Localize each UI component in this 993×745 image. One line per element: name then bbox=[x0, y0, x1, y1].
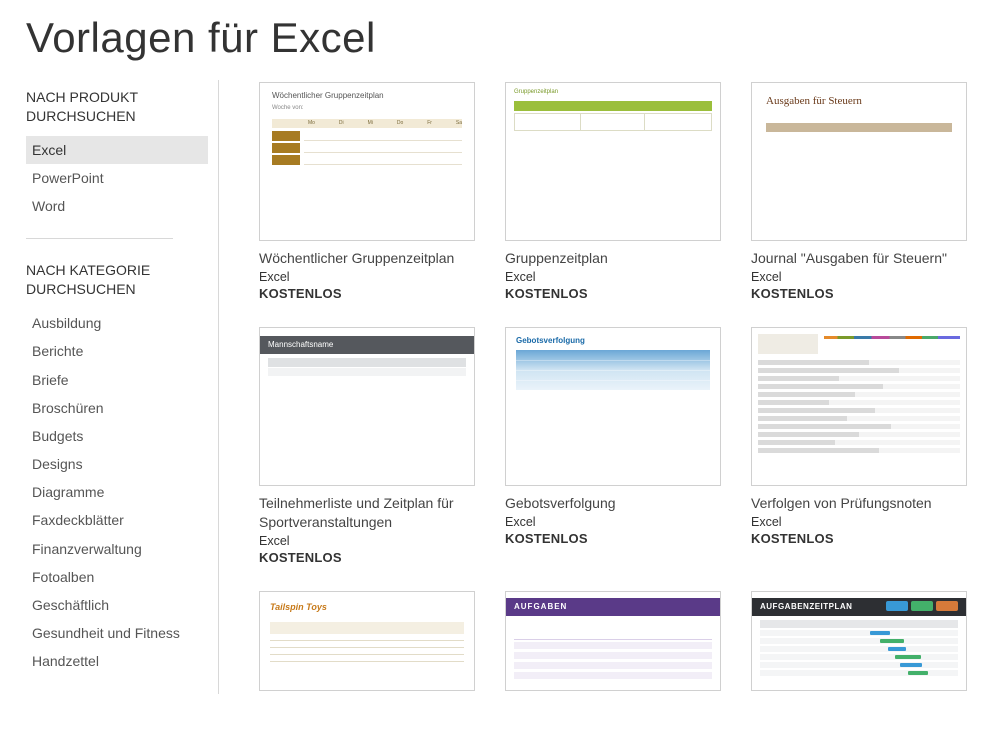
page-title: Vorlagen für Excel bbox=[0, 0, 993, 80]
sidebar-category-item[interactable]: Budgets bbox=[26, 422, 208, 450]
sidebar-product-heading: NACH PRODUKT DURCHSUCHEN bbox=[26, 88, 208, 126]
sidebar: NACH PRODUKT DURCHSUCHEN Excel PowerPoin… bbox=[26, 80, 219, 694]
template-price: KOSTENLOS bbox=[505, 531, 721, 546]
main-area: Wöchentlicher Gruppenzeitplan Woche von:… bbox=[219, 80, 993, 694]
thumb-heading: Gebotsverfolgung bbox=[516, 336, 585, 345]
thumb-heading: Gruppenzeitplan bbox=[514, 89, 558, 95]
template-thumb[interactable]: Wöchentlicher Gruppenzeitplan Woche von:… bbox=[259, 82, 475, 241]
sidebar-category-item[interactable]: Ausbildung bbox=[26, 309, 208, 337]
content-area: NACH PRODUKT DURCHSUCHEN Excel PowerPoin… bbox=[0, 80, 993, 694]
sidebar-category-item[interactable]: Briefe bbox=[26, 366, 208, 394]
template-thumb[interactable] bbox=[751, 327, 967, 486]
template-card: Ausgaben für Steuern Journal "Ausgaben f… bbox=[751, 82, 967, 301]
template-thumb[interactable]: Tailspin Toys bbox=[259, 591, 475, 691]
thumb-heading: Ausgaben für Steuern bbox=[766, 95, 862, 107]
thumb-heading: Mannschaftsname bbox=[260, 336, 474, 354]
template-price: KOSTENLOS bbox=[259, 286, 475, 301]
template-card: Tailspin Toys bbox=[259, 591, 475, 691]
template-thumb[interactable]: AUFGABEN bbox=[505, 591, 721, 691]
sidebar-product-powerpoint[interactable]: PowerPoint bbox=[26, 164, 208, 192]
sidebar-category-item[interactable]: Finanzverwaltung bbox=[26, 535, 208, 563]
sidebar-divider bbox=[26, 238, 173, 239]
template-thumb[interactable]: AUFGABENZEITPLAN bbox=[751, 591, 967, 691]
sidebar-category-item[interactable]: Faxdeckblätter bbox=[26, 506, 208, 534]
sidebar-category-heading: NACH KATEGORIE DURCHSUCHEN bbox=[26, 261, 208, 299]
template-title[interactable]: Gruppenzeitplan bbox=[505, 249, 721, 268]
template-price: KOSTENLOS bbox=[259, 550, 475, 565]
thumb-heading: Tailspin Toys bbox=[270, 602, 327, 612]
thumb-heading: AUFGABEN bbox=[506, 598, 720, 616]
sidebar-category-item[interactable]: Berichte bbox=[26, 337, 208, 365]
sidebar-category-item[interactable]: Geschäftlich bbox=[26, 591, 208, 619]
sidebar-category-item[interactable]: Fotoalben bbox=[26, 563, 208, 591]
template-card: Verfolgen von Prüfungsnoten Excel KOSTEN… bbox=[751, 327, 967, 565]
sidebar-product-word[interactable]: Word bbox=[26, 192, 208, 220]
template-title[interactable]: Gebotsverfolgung bbox=[505, 494, 721, 513]
template-price: KOSTENLOS bbox=[751, 286, 967, 301]
sidebar-category-list: Ausbildung Berichte Briefe Broschüren Bu… bbox=[26, 309, 208, 675]
template-card: Gebotsverfolgung Gebotsverfolgung Excel … bbox=[505, 327, 721, 565]
template-title[interactable]: Verfolgen von Prüfungsnoten bbox=[751, 494, 967, 513]
sidebar-category-item[interactable]: Diagramme bbox=[26, 478, 208, 506]
template-title[interactable]: Journal "Ausgaben für Steuern" bbox=[751, 249, 967, 268]
template-card: AUFGABENZEITPLAN bbox=[751, 591, 967, 691]
template-grid: Wöchentlicher Gruppenzeitplan Woche von:… bbox=[259, 82, 993, 691]
template-card: Mannschaftsname Teilnehmerliste und Zeit… bbox=[259, 327, 475, 565]
template-app: Excel bbox=[751, 515, 967, 529]
sidebar-category-item[interactable]: Gesundheit und Fitness bbox=[26, 619, 208, 647]
template-thumb[interactable]: Ausgaben für Steuern bbox=[751, 82, 967, 241]
template-app: Excel bbox=[505, 515, 721, 529]
sidebar-category-item[interactable]: Handzettel bbox=[26, 647, 208, 675]
template-price: KOSTENLOS bbox=[505, 286, 721, 301]
template-thumb[interactable]: Gruppenzeitplan bbox=[505, 82, 721, 241]
template-app: Excel bbox=[751, 270, 967, 284]
sidebar-category-item[interactable]: Designs bbox=[26, 450, 208, 478]
template-card: Wöchentlicher Gruppenzeitplan Woche von:… bbox=[259, 82, 475, 301]
template-app: Excel bbox=[259, 534, 475, 548]
sidebar-category-item[interactable]: Broschüren bbox=[26, 394, 208, 422]
thumb-sub: Woche von: bbox=[272, 105, 304, 111]
template-card: AUFGABEN bbox=[505, 591, 721, 691]
template-thumb[interactable]: Mannschaftsname bbox=[259, 327, 475, 486]
template-app: Excel bbox=[259, 270, 475, 284]
template-price: KOSTENLOS bbox=[751, 531, 967, 546]
sidebar-product-list: Excel PowerPoint Word bbox=[26, 136, 208, 221]
template-app: Excel bbox=[505, 270, 721, 284]
template-thumb[interactable]: Gebotsverfolgung bbox=[505, 327, 721, 486]
thumb-heading: Wöchentlicher Gruppenzeitplan bbox=[272, 91, 384, 100]
template-card: Gruppenzeitplan Gruppenzeitplan Excel KO… bbox=[505, 82, 721, 301]
template-title[interactable]: Wöchentlicher Gruppenzeitplan bbox=[259, 249, 475, 268]
template-title[interactable]: Teilnehmerliste und Zeitplan für Sportve… bbox=[259, 494, 475, 532]
sidebar-product-excel[interactable]: Excel bbox=[26, 136, 208, 164]
